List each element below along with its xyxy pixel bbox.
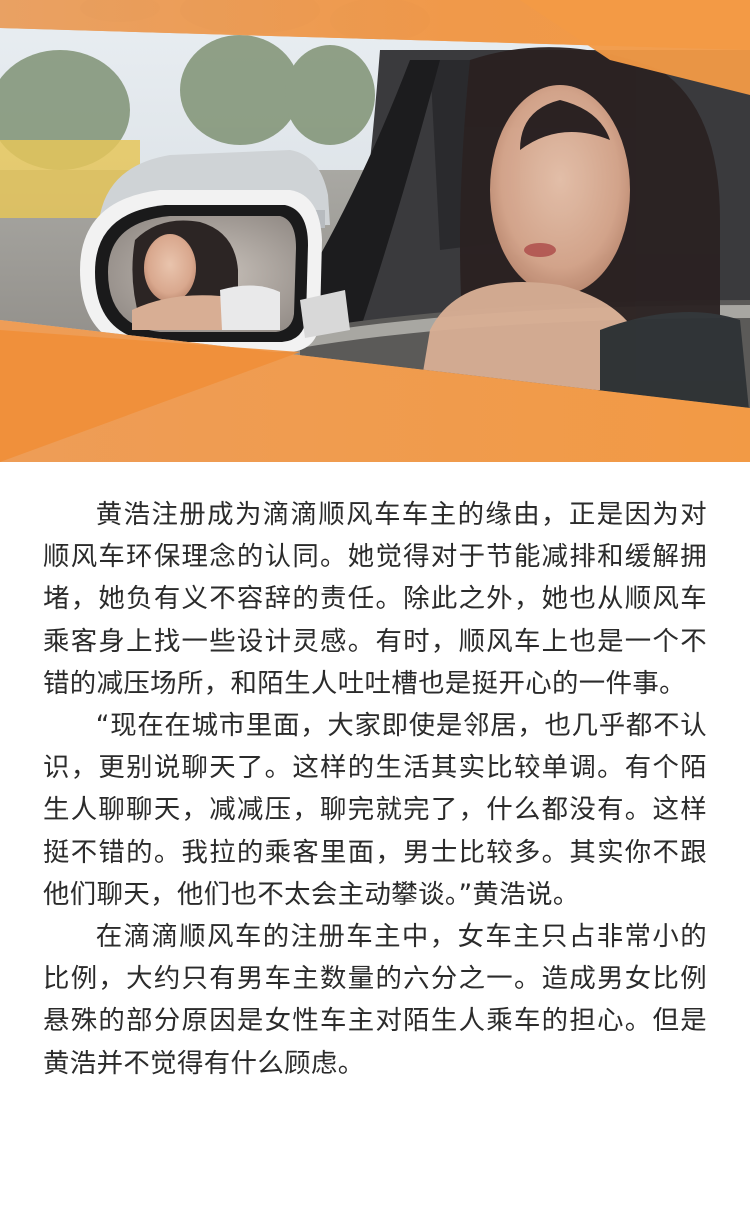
hero-photo (0, 0, 750, 462)
article-paragraph: 黄浩注册成为滴滴顺风车车主的缘由，正是因为对顺风车环保理念的认同。她觉得对于节能… (43, 499, 707, 699)
article-paragraph: 在滴滴顺风车的注册车主中，女车主只占非常小的比例，大约只有男车主数量的六分之一。… (43, 921, 707, 1079)
article-paragraph: “现在在城市里面，大家即使是邻居，也几乎都不认识，更别说聊天了。这样的生活其实比… (43, 710, 707, 910)
hero-illustration (0, 0, 750, 462)
article-body: 黄浩注册成为滴滴顺风车车主的缘由，正是因为对顺风车环保理念的认同。她觉得对于节能… (43, 494, 707, 1085)
